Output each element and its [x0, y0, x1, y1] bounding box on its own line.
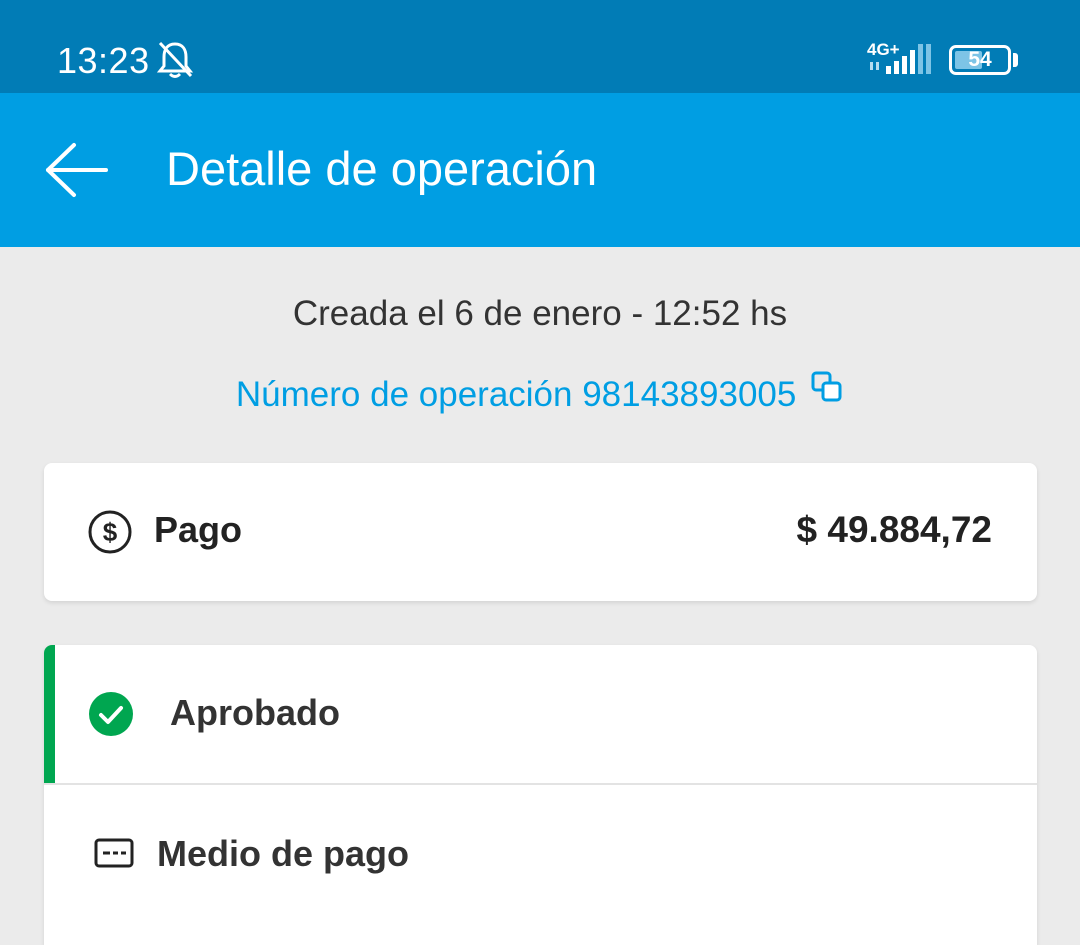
battery-percent: 54 — [968, 48, 992, 71]
payment-card: $ Pago $ 49.884,72 — [44, 463, 1037, 601]
created-date: Creada el 6 de enero - 12:52 hs — [292, 294, 788, 333]
divider — [44, 783, 1037, 785]
svg-text:$: $ — [103, 517, 118, 547]
status-stripe — [44, 645, 55, 784]
status-label: Aprobado — [170, 692, 340, 733]
operation-number-row[interactable]: Número de operación 98143893005 — [0, 370, 1080, 415]
credit-card-icon — [94, 838, 134, 868]
status-card: Aprobado Medio de pago — [44, 645, 1037, 945]
payment-amount: $ 49.884,72 — [796, 509, 992, 550]
copy-icon[interactable] — [810, 370, 844, 404]
status-bar: 13:23 4G+ 54 — [0, 0, 1080, 93]
signal-icon — [870, 44, 931, 74]
back-arrow-icon[interactable] — [36, 135, 116, 205]
payment-label: Pago — [154, 509, 243, 550]
battery-tip — [1013, 53, 1018, 67]
payment-method-label[interactable]: Medio de pago — [157, 833, 409, 875]
page-title: Detalle de operación — [166, 142, 598, 195]
operation-number[interactable]: Número de operación 98143893005 — [236, 375, 796, 415]
bell-off-icon — [156, 41, 194, 78]
battery-icon: 54 — [949, 45, 1011, 75]
check-circle-icon — [89, 692, 133, 736]
dollar-circle-icon: $ — [88, 510, 132, 554]
status-time: 13:23 — [57, 40, 150, 81]
